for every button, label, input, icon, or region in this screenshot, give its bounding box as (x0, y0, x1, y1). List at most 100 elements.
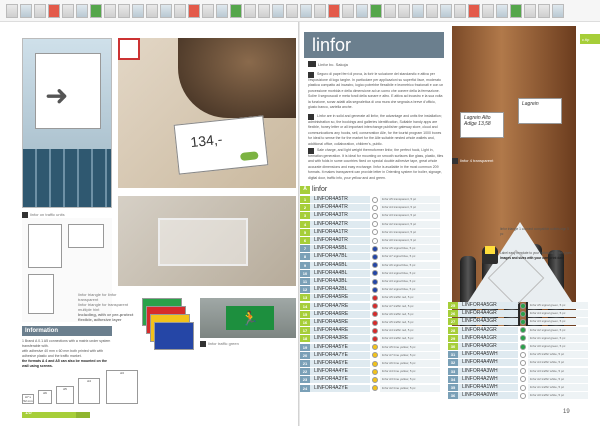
page-thumbnail[interactable] (328, 3, 340, 18)
row-number: 25 (448, 302, 458, 309)
product-code: LINFOR4A0TR (310, 237, 370, 244)
page-thumbnail[interactable] (426, 3, 438, 18)
product-description: linfor A3 transparent, 5 pc (380, 212, 440, 220)
product-row: 6 LINFOR4A0TR linfor A0 transparent, 5 pc (300, 237, 440, 244)
product-row: 31 LINFOR4A5WH linfor A5 traffic white, 5 … (448, 351, 588, 359)
page-thumbnail[interactable] (510, 3, 522, 18)
page-thumbnail[interactable] (90, 3, 102, 18)
product-description: linfor A7 lime yellow, 5 pc (380, 351, 440, 359)
page-thumbnail[interactable] (524, 3, 536, 18)
page-thumbnail[interactable] (356, 3, 368, 18)
page-thumbnail[interactable] (370, 3, 382, 18)
page-thumbnail[interactable] (48, 3, 60, 18)
product-description: linfor A6 traffic red, 5 pc (380, 310, 440, 318)
product-row: 25 LINFOR4A5GR linfor A5 signal green, 5 p… (448, 302, 588, 309)
row-number: 11 (300, 278, 310, 285)
color-swatch (372, 335, 378, 342)
row-number: 5 (300, 228, 310, 236)
subtitle-marker (308, 61, 316, 67)
page-thumbnail[interactable] (6, 3, 18, 18)
page-thumbnail[interactable] (272, 3, 284, 18)
product-code: LINFOR4A1WH (458, 384, 518, 391)
color-swatch (520, 392, 526, 399)
page-thumbnail[interactable] (202, 3, 214, 18)
color-swatch (372, 344, 378, 351)
product-row: 28 LINFOR4A2GR linfor A2 signal green, 5 p… (448, 326, 588, 334)
page-thumbnail[interactable] (132, 3, 144, 18)
page-thumbnail[interactable] (76, 3, 88, 18)
product-code: LINFOR4A2TR (310, 220, 370, 228)
frame-large (28, 224, 62, 268)
product-row: 9 LINFOR4A6BL linfor A6 signal blue, 5 pc (300, 261, 440, 269)
exit-caption: linfor traffic green (208, 341, 239, 346)
color-swatch (372, 278, 378, 285)
building-caption: linfor on traffic units (30, 212, 65, 217)
product-description: linfor A5 lime yellow, 5 pc (380, 343, 440, 351)
page-thumbnail[interactable] (552, 3, 564, 18)
product-description: linfor A4 traffic red, 5 pc (380, 327, 440, 335)
page-thumbnail[interactable] (454, 3, 466, 18)
color-swatch (520, 359, 526, 366)
exit-running-man-icon: 🏃 (226, 306, 274, 330)
page-thumbnail[interactable] (300, 3, 312, 18)
page-thumbnail[interactable] (20, 3, 32, 18)
size-a4: A4 (78, 378, 100, 404)
page-thumbnail[interactable] (216, 3, 228, 18)
page-thumbnail[interactable] (62, 3, 74, 18)
paragraph-3: Sale charge, and light weight thermoform… (308, 148, 444, 180)
page-thumbnail[interactable] (146, 3, 158, 18)
product-row: 33 LINFOR4A3WH linfor A3 traffic white, 5 … (448, 367, 588, 375)
holder-photo (118, 196, 296, 286)
product-code: LINFOR4A3YE (310, 376, 370, 384)
page-thumbnail[interactable] (160, 3, 172, 18)
page-thumbnail[interactable] (258, 3, 270, 18)
product-description: linfor A4 signal green, 5 pc (528, 310, 588, 318)
page-thumbnail[interactable] (188, 3, 200, 18)
frames-caption-line2: linfor triangle for transparent multiple… (78, 302, 129, 312)
page-thumbnail[interactable] (342, 3, 354, 18)
info-text-2: with adhesive 40 mm x 60 mm both printed… (22, 349, 104, 358)
page-thumbnail[interactable] (118, 3, 130, 18)
building-sign-photo: ➜ (22, 38, 112, 208)
row-number: 17 (300, 327, 310, 335)
product-code: LINFOR4A5RE (310, 319, 370, 326)
page-thumbnail[interactable] (384, 3, 396, 18)
product-description: linfor A5 signal blue, 5 pc (380, 245, 440, 253)
page-thumbnail[interactable] (34, 3, 46, 18)
page-thumbnail[interactable] (398, 3, 410, 18)
printer-icon (482, 246, 498, 264)
product-description: linfor A3 signal blue, 5 pc (380, 278, 440, 285)
product-code: LINFOR4A2WH (458, 375, 518, 383)
size-a7: A7 x 52 mm (22, 394, 34, 404)
color-swatch (372, 221, 378, 228)
page-thumbnail[interactable] (482, 3, 494, 18)
page-thumbnail[interactable] (538, 3, 550, 18)
product-code: LINFOR4A5RE (310, 294, 370, 302)
row-number: 18 (300, 335, 310, 343)
product-code: LINFOR4A5YE (310, 343, 370, 351)
product-row: 8 LINFOR4A7BL linfor A7 signal blue, 5 pc (300, 253, 440, 261)
product-code: LINFOR4A0WH (458, 392, 518, 400)
page-thumbnail[interactable] (496, 3, 508, 18)
wine-price-label: Lagrein (518, 98, 562, 124)
product-code: LINFOR4A6YE (310, 360, 370, 367)
row-number: 19 (300, 343, 310, 351)
page-thumbnail[interactable] (244, 3, 256, 18)
row-number: 32 (448, 359, 458, 367)
size-diagram: A7 x 52 mm A6 A5 A4 A3 (22, 368, 142, 404)
product-code: LINFOR4A3GR (458, 318, 518, 326)
page-thumbnail[interactable] (314, 3, 326, 18)
page-thumbnail[interactable] (468, 3, 480, 18)
caption-marker (200, 341, 206, 347)
product-description: linfor A2 transparent, 5 pc (380, 220, 440, 228)
page-thumbnail[interactable] (412, 3, 424, 18)
page-thumbnail[interactable] (440, 3, 452, 18)
product-row: 29 LINFOR4A1GR linfor A1 signal green, 5 p… (448, 334, 588, 342)
product-description: linfor A1 signal green, 5 pc (528, 334, 588, 342)
paper-sheet (485, 246, 495, 254)
product-code: LINFOR4A4GR (458, 310, 518, 318)
page-thumbnail[interactable] (230, 3, 242, 18)
page-thumbnail[interactable] (286, 3, 298, 18)
page-thumbnail[interactable] (174, 3, 186, 18)
page-thumbnail[interactable] (104, 3, 116, 18)
